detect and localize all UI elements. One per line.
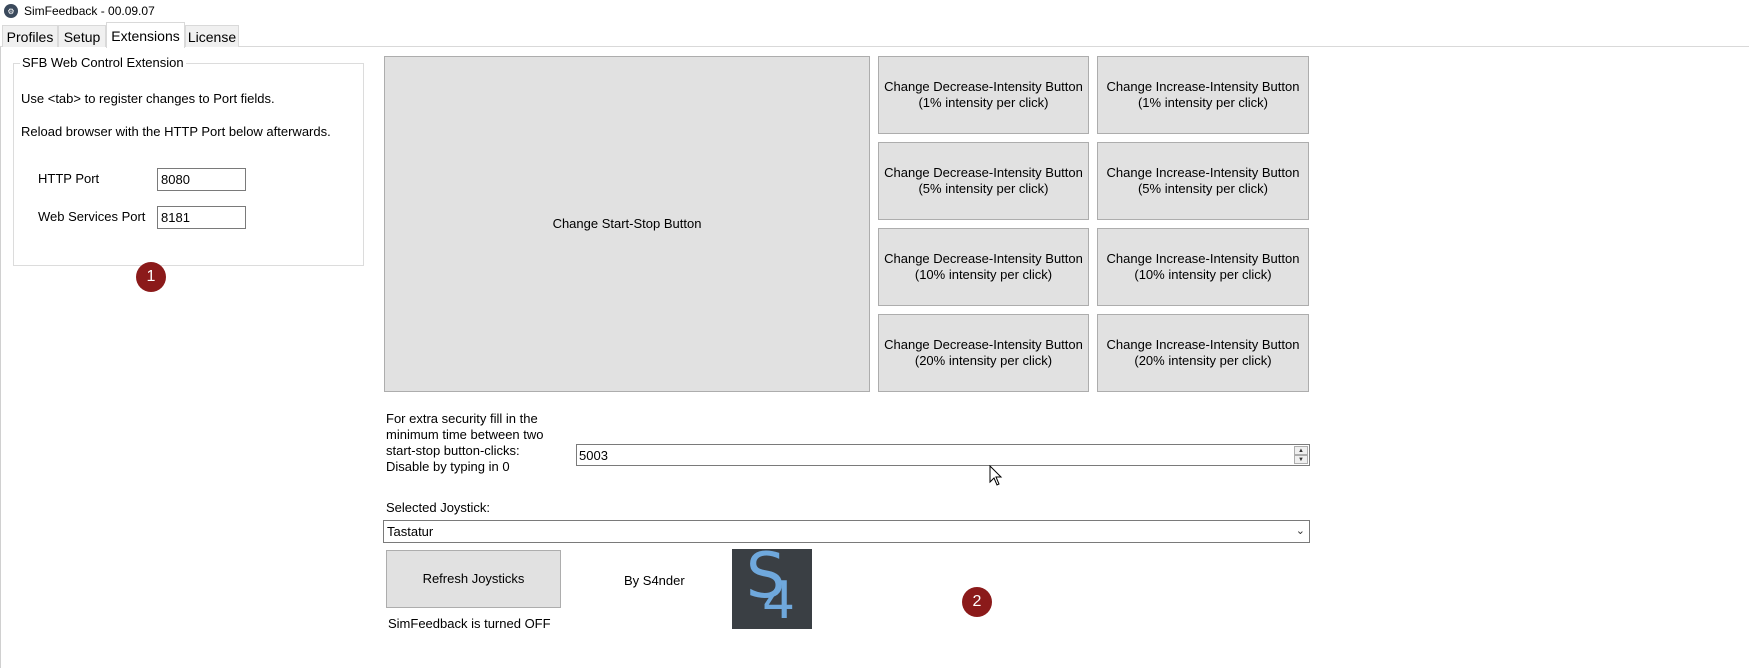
hint-reload-text: Reload browser with the HTTP Port below … (21, 124, 331, 139)
title-bar: ⚙ SimFeedback - 00.09.07 (0, 0, 1749, 22)
increase-10-button[interactable]: Change Increase-Intensity Button (10% in… (1097, 228, 1309, 306)
mouse-cursor-icon (989, 465, 1003, 486)
security-label-line-1: For extra security fill in the (386, 411, 538, 426)
stepper-up-icon[interactable]: ▲ (1294, 446, 1308, 455)
security-label-line-4: Disable by typing in 0 (386, 459, 510, 474)
author-text: By S4nder (624, 573, 685, 588)
joystick-dropdown[interactable]: Tastatur ⌄ (383, 520, 1310, 543)
refresh-joysticks-button[interactable]: Refresh Joysticks (386, 550, 561, 608)
status-text: SimFeedback is turned OFF (388, 616, 551, 631)
min-time-value: 5003 (579, 448, 608, 463)
tab-extensions[interactable]: Extensions (106, 22, 185, 48)
s4-logo: S 4 (732, 549, 812, 629)
stepper-buttons: ▲ ▼ (1294, 446, 1308, 464)
min-time-stepper[interactable]: 5003 ▲ ▼ (576, 444, 1310, 466)
start-stop-button[interactable]: Change Start-Stop Button (384, 56, 870, 392)
security-label-line-2: minimum time between two (386, 427, 544, 442)
stepper-down-icon[interactable]: ▼ (1294, 455, 1308, 464)
decrease-10-button[interactable]: Change Decrease-Intensity Button (10% in… (878, 228, 1089, 306)
hint-tab-text: Use <tab> to register changes to Port fi… (21, 91, 275, 106)
marker-2: 2 (962, 587, 992, 617)
decrease-1-button[interactable]: Change Decrease-Intensity Button (1% int… (878, 56, 1089, 134)
group-title: SFB Web Control Extension (20, 55, 186, 70)
joystick-label: Selected Joystick: (386, 500, 491, 515)
http-port-field[interactable]: 8080 (157, 168, 246, 191)
joystick-selected: Tastatur (387, 524, 434, 539)
ws-port-field[interactable]: 8181 (157, 206, 246, 229)
logo-letter-4: 4 (762, 571, 796, 629)
decrease-5-button[interactable]: Change Decrease-Intensity Button (5% int… (878, 142, 1089, 220)
window-title: SimFeedback - 00.09.07 (24, 4, 155, 18)
http-port-label: HTTP Port (38, 171, 100, 186)
increase-5-button[interactable]: Change Increase-Intensity Button (5% int… (1097, 142, 1309, 220)
security-label-line-3: start-stop button-clicks: (386, 443, 520, 458)
tab-profiles[interactable]: Profiles (2, 25, 58, 47)
decrease-20-button[interactable]: Change Decrease-Intensity Button (20% in… (878, 314, 1089, 392)
tab-setup[interactable]: Setup (58, 25, 106, 47)
chevron-down-icon: ⌄ (1295, 525, 1305, 537)
increase-1-button[interactable]: Change Increase-Intensity Button (1% int… (1097, 56, 1309, 134)
marker-1: 1 (136, 262, 166, 292)
tab-bar: Profiles Setup Extensions License (0, 22, 1749, 48)
app-icon: ⚙ (4, 4, 18, 18)
tab-license[interactable]: License (185, 25, 239, 47)
ws-port-label: Web Services Port (38, 209, 146, 224)
increase-20-button[interactable]: Change Increase-Intensity Button (20% in… (1097, 314, 1309, 392)
